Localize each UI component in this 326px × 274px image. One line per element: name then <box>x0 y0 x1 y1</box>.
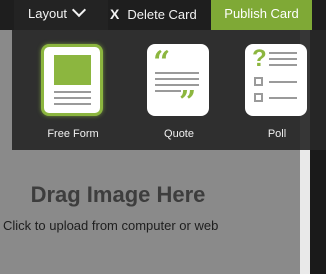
text-line <box>269 64 297 66</box>
toolbar-edge <box>312 0 326 30</box>
text-line <box>54 103 91 105</box>
delete-card-label: Delete Card <box>127 7 197 22</box>
text-line <box>155 72 199 74</box>
question-mark-icon: ? <box>252 45 267 72</box>
text-line <box>54 91 91 93</box>
free-form-layout-icon <box>41 44 103 116</box>
quote-layout-icon: “ ” <box>147 44 209 120</box>
text-line <box>54 97 91 99</box>
publish-card-button[interactable]: Publish Card <box>211 0 312 30</box>
text-line <box>269 97 297 99</box>
poll-layout-icon: ? <box>245 44 307 116</box>
layout-option-label: Free Form <box>47 128 99 140</box>
layout-option-quote[interactable]: “ ” Quote <box>147 44 211 140</box>
delete-card-button[interactable]: X Delete Card <box>110 0 197 30</box>
text-line <box>269 58 297 60</box>
text-line <box>269 81 297 83</box>
layout-option-free-form[interactable]: Free Form <box>41 44 105 140</box>
layout-menu: Free Form “ ” Quote ? Poll <box>12 30 326 150</box>
card-toolbar: Layout X Delete Card Publish Card <box>0 0 326 30</box>
text-line <box>155 90 181 92</box>
checkbox-icon <box>254 77 263 86</box>
close-icon: X <box>110 6 120 22</box>
layout-label: Layout <box>28 6 68 21</box>
drag-image-title: Drag Image Here <box>30 182 206 207</box>
close-quote-icon: ” <box>179 85 197 120</box>
text-line <box>155 78 199 80</box>
text-line <box>269 52 297 54</box>
layout-option-label: Quote <box>164 128 194 140</box>
layout-option-poll[interactable]: ? Poll <box>245 44 309 140</box>
chevron-down-icon <box>71 2 87 18</box>
layout-dropdown-button[interactable]: Layout <box>14 0 108 30</box>
layout-option-label: Poll <box>267 128 287 140</box>
image-placeholder-icon <box>54 55 91 85</box>
checkbox-icon <box>254 93 263 102</box>
upload-hint[interactable]: Click to upload from computer or web <box>3 218 218 233</box>
